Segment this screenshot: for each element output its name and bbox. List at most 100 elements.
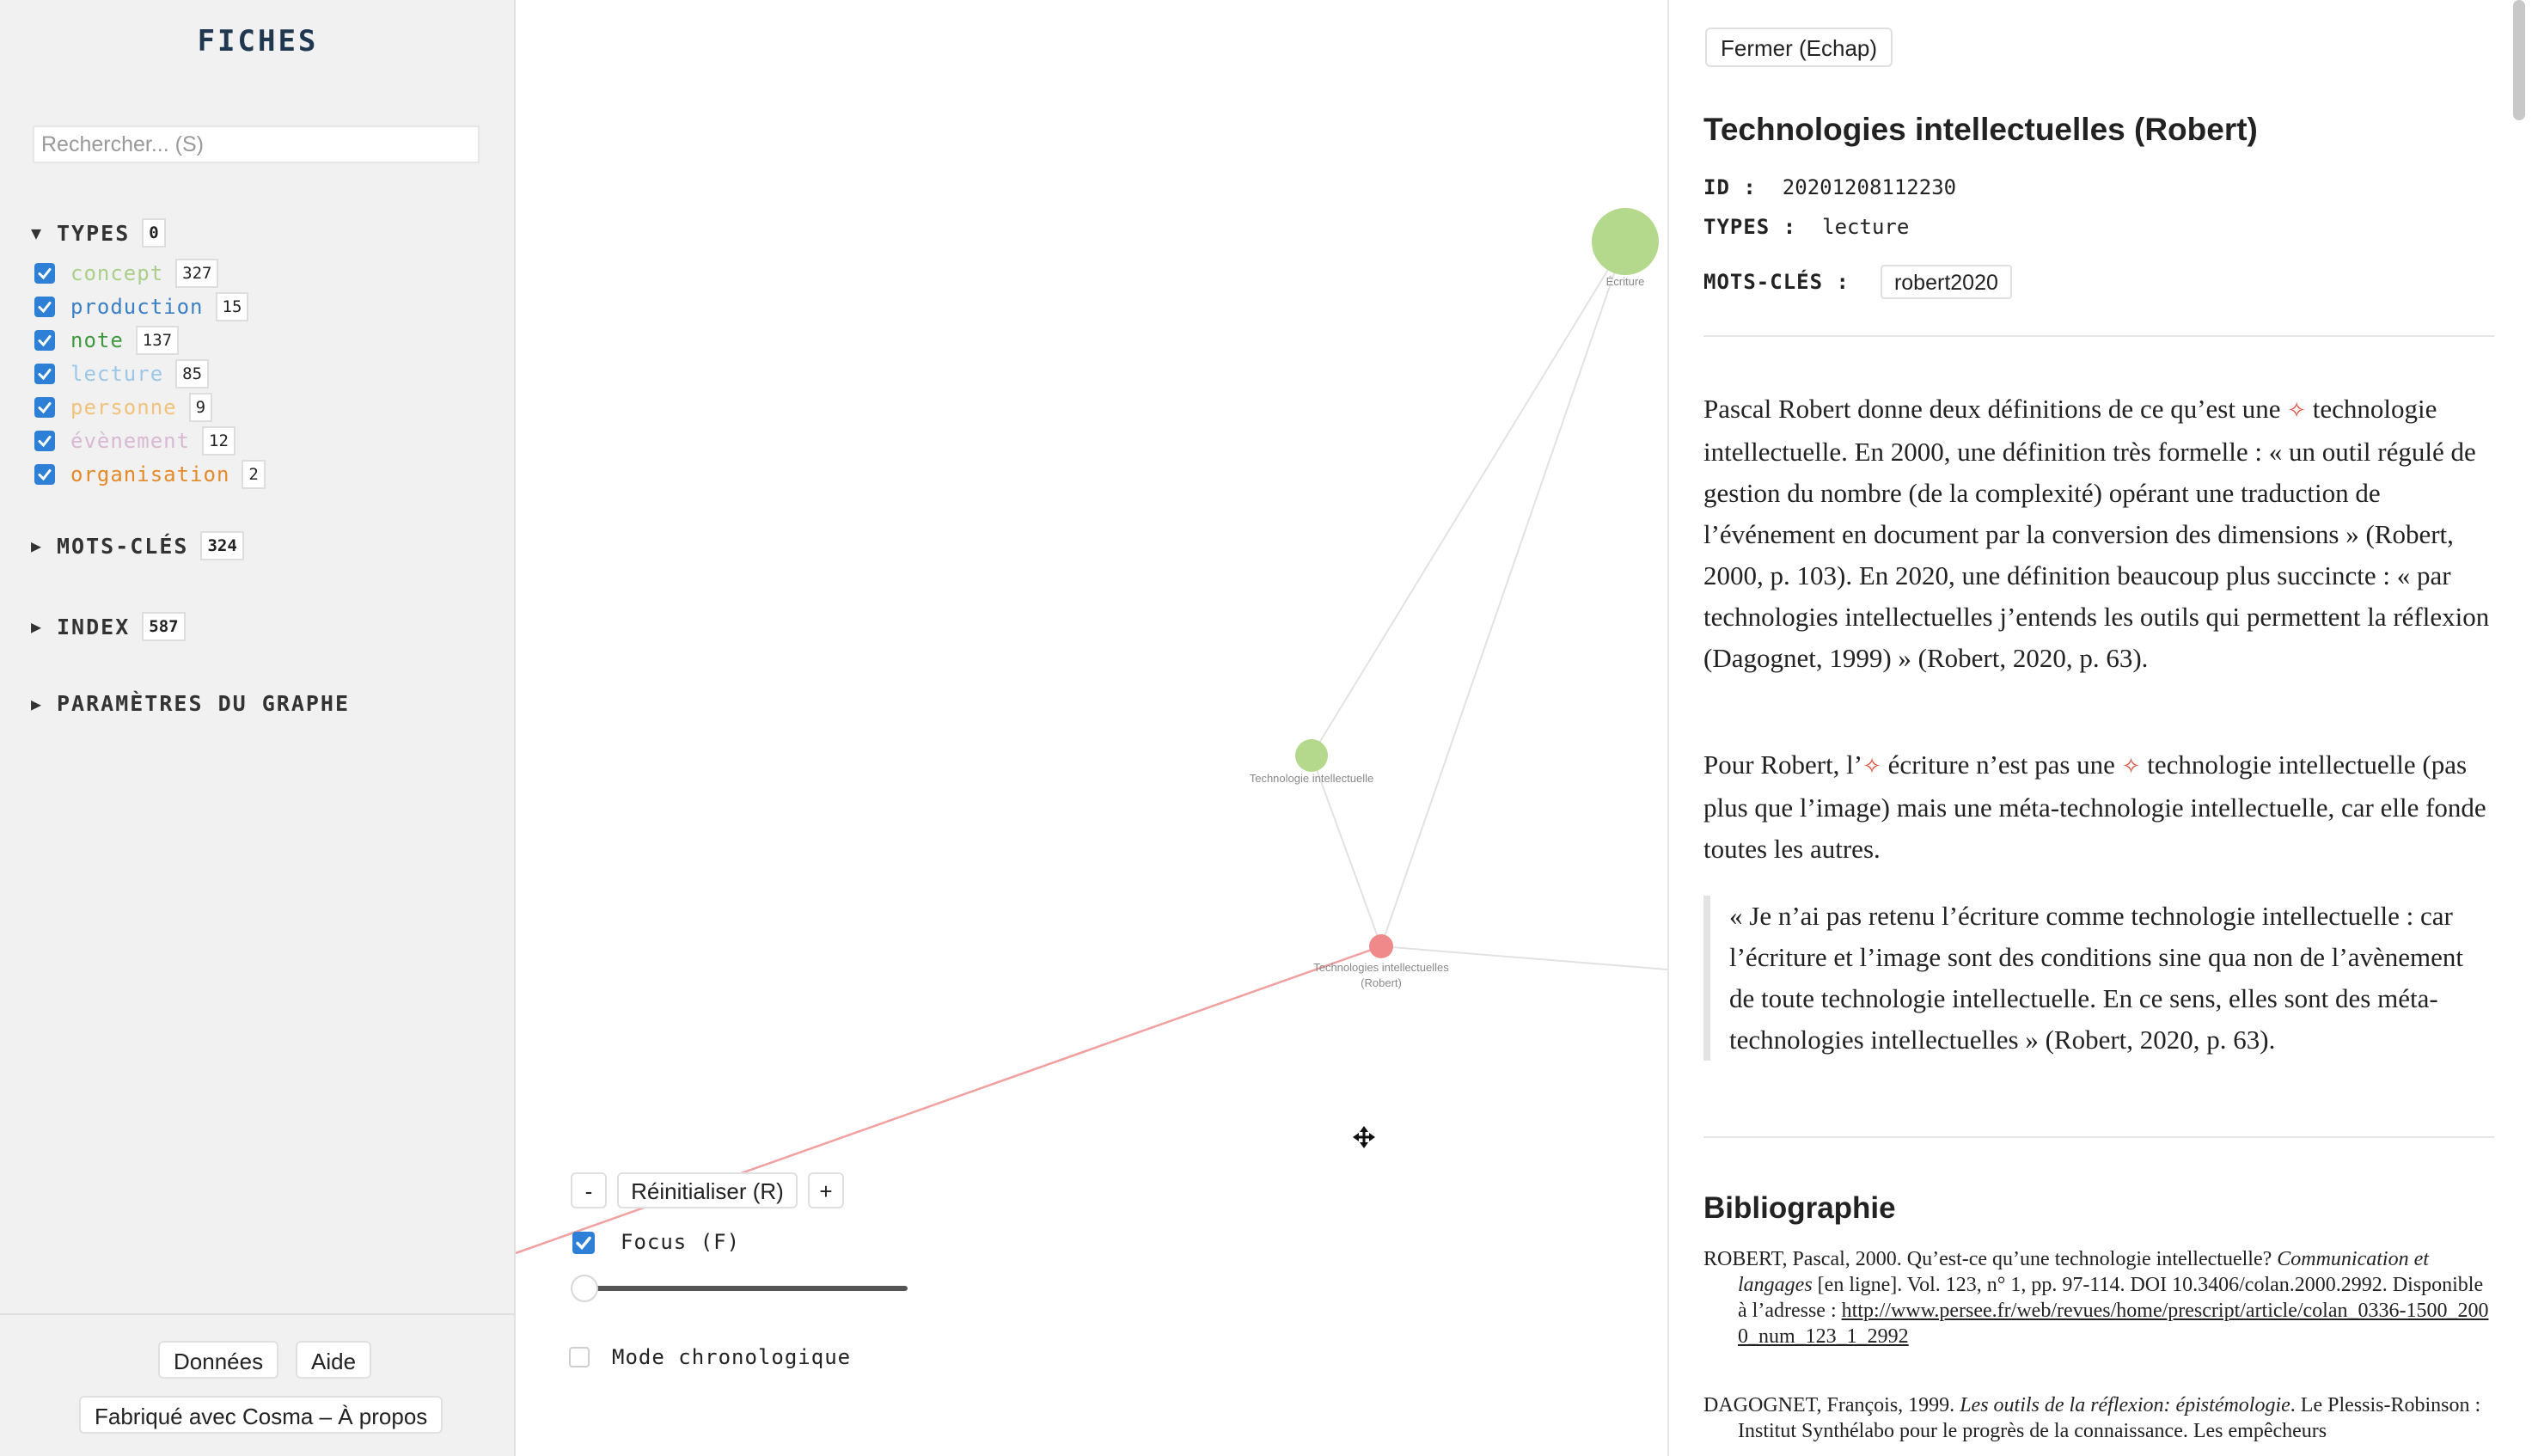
blockquote: « Je n’ai pas retenu l’écriture comme te… (1703, 896, 2494, 1061)
check-icon (38, 267, 52, 279)
type-count: 12 (202, 425, 235, 456)
bibliography-heading: Bibliographie (1703, 1191, 1896, 1225)
type-item-lecture[interactable]: lecture 85 (34, 357, 266, 390)
record-id-row: ID : 20201208112230 (1703, 175, 1956, 199)
type-item-personne[interactable]: personne 9 (34, 390, 266, 424)
record-types-row: TYPES : lecture (1703, 215, 1909, 239)
type-item-production[interactable]: production 15 (34, 290, 266, 323)
record-panel: Fermer (Echap) Technologies intellectuel… (1667, 0, 2532, 1456)
check-icon (38, 401, 52, 413)
type-checkbox[interactable] (34, 329, 55, 351)
type-checkbox[interactable] (34, 296, 55, 317)
type-checkbox[interactable] (34, 396, 55, 418)
book-title: Les outils de la réflexion: épistémologi… (1960, 1394, 2290, 1416)
graph-link (1311, 241, 1626, 756)
close-button[interactable]: Fermer (Echap) (1705, 28, 1893, 67)
type-checkbox[interactable] (34, 463, 55, 485)
text-span: ROBERT, Pascal, 2000. Qu’est-ce qu’une t… (1703, 1248, 2278, 1270)
focus-slider-track[interactable] (588, 1286, 908, 1291)
graph-node-technologies-intellectuelles-robert (1369, 934, 1393, 958)
type-count: 137 (135, 325, 180, 355)
search-input[interactable] (33, 125, 480, 163)
check-icon (576, 1236, 591, 1251)
node-label-technologies-intellectuelles-robert[interactable]: Technologies intellectuelles (Robert) (1295, 960, 1467, 991)
type-item-note[interactable]: note 137 (34, 323, 266, 357)
zoom-out-button[interactable]: - (571, 1172, 607, 1208)
node-label-ecriture[interactable]: Écriture (1582, 275, 1668, 288)
check-icon (38, 468, 52, 480)
sidebar-footer: Données Aide Fabriqué avec Cosma – À pro… (0, 1313, 516, 1456)
move-cursor-icon (1353, 1126, 1375, 1148)
help-button[interactable]: Aide (296, 1341, 372, 1379)
id-value: 20201208112230 (1782, 175, 1957, 199)
sidebar-title: FICHES (197, 24, 319, 58)
type-count: 9 (188, 392, 213, 422)
bibliography-url-link[interactable]: http://www.persee.fr/web/revues/home/pre… (1738, 1300, 2489, 1348)
paragraph-2: Pour Robert, l’✧ écriture n’est pas une … (1703, 744, 2494, 870)
type-item-organisation[interactable]: organisation 2 (34, 457, 266, 491)
check-icon (38, 334, 52, 346)
id-key: ID : (1703, 175, 1757, 199)
caret-right-icon: ▶ (31, 616, 44, 637)
type-count: 327 (175, 258, 219, 288)
graph-canvas[interactable]: Écriture Technologie intellectuelle Tech… (516, 0, 1667, 1456)
type-item-concept[interactable]: concept 327 (34, 256, 266, 290)
type-label: organisation (70, 462, 230, 486)
type-checkbox[interactable] (34, 363, 55, 384)
keywords-count-badge: 324 (200, 531, 244, 560)
type-count: 15 (215, 291, 249, 321)
focus-slider-thumb[interactable] (571, 1275, 598, 1302)
link-marker-icon: ✧ (2287, 398, 2307, 423)
link-marker-icon: ✧ (1862, 754, 1881, 779)
type-label: note (70, 327, 124, 352)
focus-checkbox[interactable] (572, 1232, 595, 1254)
text-span: DAGOGNET, François, 1999. (1703, 1394, 1960, 1416)
keywords-key: MOTS-CLÉS : (1703, 270, 1850, 294)
text-span: Pascal Robert donne deux définitions de … (1703, 394, 2288, 424)
record-title: Technologies intellectuelles (Robert) (1703, 112, 2258, 147)
type-label: personne (70, 395, 177, 419)
paragraph-1: Pascal Robert donne deux définitions de … (1703, 388, 2494, 679)
bibliography-entry: DAGOGNET, François, 1999. Les outils de … (1703, 1392, 2494, 1444)
keyword-tag[interactable]: robert2020 (1880, 265, 2012, 299)
type-count: 2 (242, 459, 266, 489)
check-icon (38, 301, 52, 313)
types-key: TYPES : (1703, 215, 1797, 239)
check-icon (38, 368, 52, 380)
link-ecriture[interactable]: écriture n’est pas une (1888, 749, 2122, 780)
index-section-toggle[interactable]: ▶ INDEX 587 (31, 612, 186, 641)
divider (1703, 1136, 2494, 1138)
type-count: 85 (175, 358, 210, 388)
graph-node-ecriture (1592, 208, 1659, 275)
record-keywords-row: MOTS-CLÉS : robert2020 (1703, 265, 2012, 299)
types-section-toggle[interactable]: ▼ TYPES 0 (31, 218, 166, 248)
check-icon (38, 435, 52, 447)
types-count-badge: 0 (142, 218, 166, 248)
type-item-evenement[interactable]: évènement 12 (34, 424, 266, 457)
keywords-section-toggle[interactable]: ▶ MOTS-CLÉS 324 (31, 531, 244, 560)
chrono-mode-checkbox[interactable] (569, 1347, 590, 1367)
panel-scrollbar[interactable] (2513, 0, 2525, 120)
node-label-technologie-intellectuelle[interactable]: Technologie intellectuelle (1226, 772, 1397, 785)
data-button[interactable]: Données (158, 1341, 279, 1379)
type-label: production (70, 294, 204, 319)
divider (1703, 335, 2494, 337)
type-checkbox[interactable] (34, 430, 55, 451)
caret-right-icon: ▶ (31, 535, 44, 556)
caret-down-icon: ▼ (31, 223, 44, 243)
type-label: lecture (70, 361, 164, 386)
bibliography-entry: ROBERT, Pascal, 2000. Qu’est-ce qu’une t… (1703, 1246, 2494, 1349)
types-list: concept 327 production 15 note 137 lectu… (34, 256, 266, 491)
types-value[interactable]: lecture (1822, 215, 1909, 239)
about-button[interactable]: Fabriqué avec Cosma – À propos (79, 1396, 443, 1434)
graph-settings-section-toggle[interactable]: ▶ PARAMÈTRES DU GRAPHE (31, 691, 350, 716)
link-technologie-intellectuelle[interactable]: technologie intellectuelle. En 2000, une… (1703, 394, 2489, 673)
type-checkbox[interactable] (34, 262, 55, 284)
keywords-section-label: MOTS-CLÉS (57, 533, 189, 559)
caret-right-icon: ▶ (31, 693, 44, 714)
graph-link (1380, 241, 1626, 947)
link-marker-icon: ✧ (2121, 754, 2141, 779)
zoom-in-button[interactable]: + (808, 1172, 844, 1208)
graph-node-technologie-intellectuelle (1295, 739, 1328, 772)
reset-button[interactable]: Réinitialiser (R) (617, 1172, 798, 1208)
